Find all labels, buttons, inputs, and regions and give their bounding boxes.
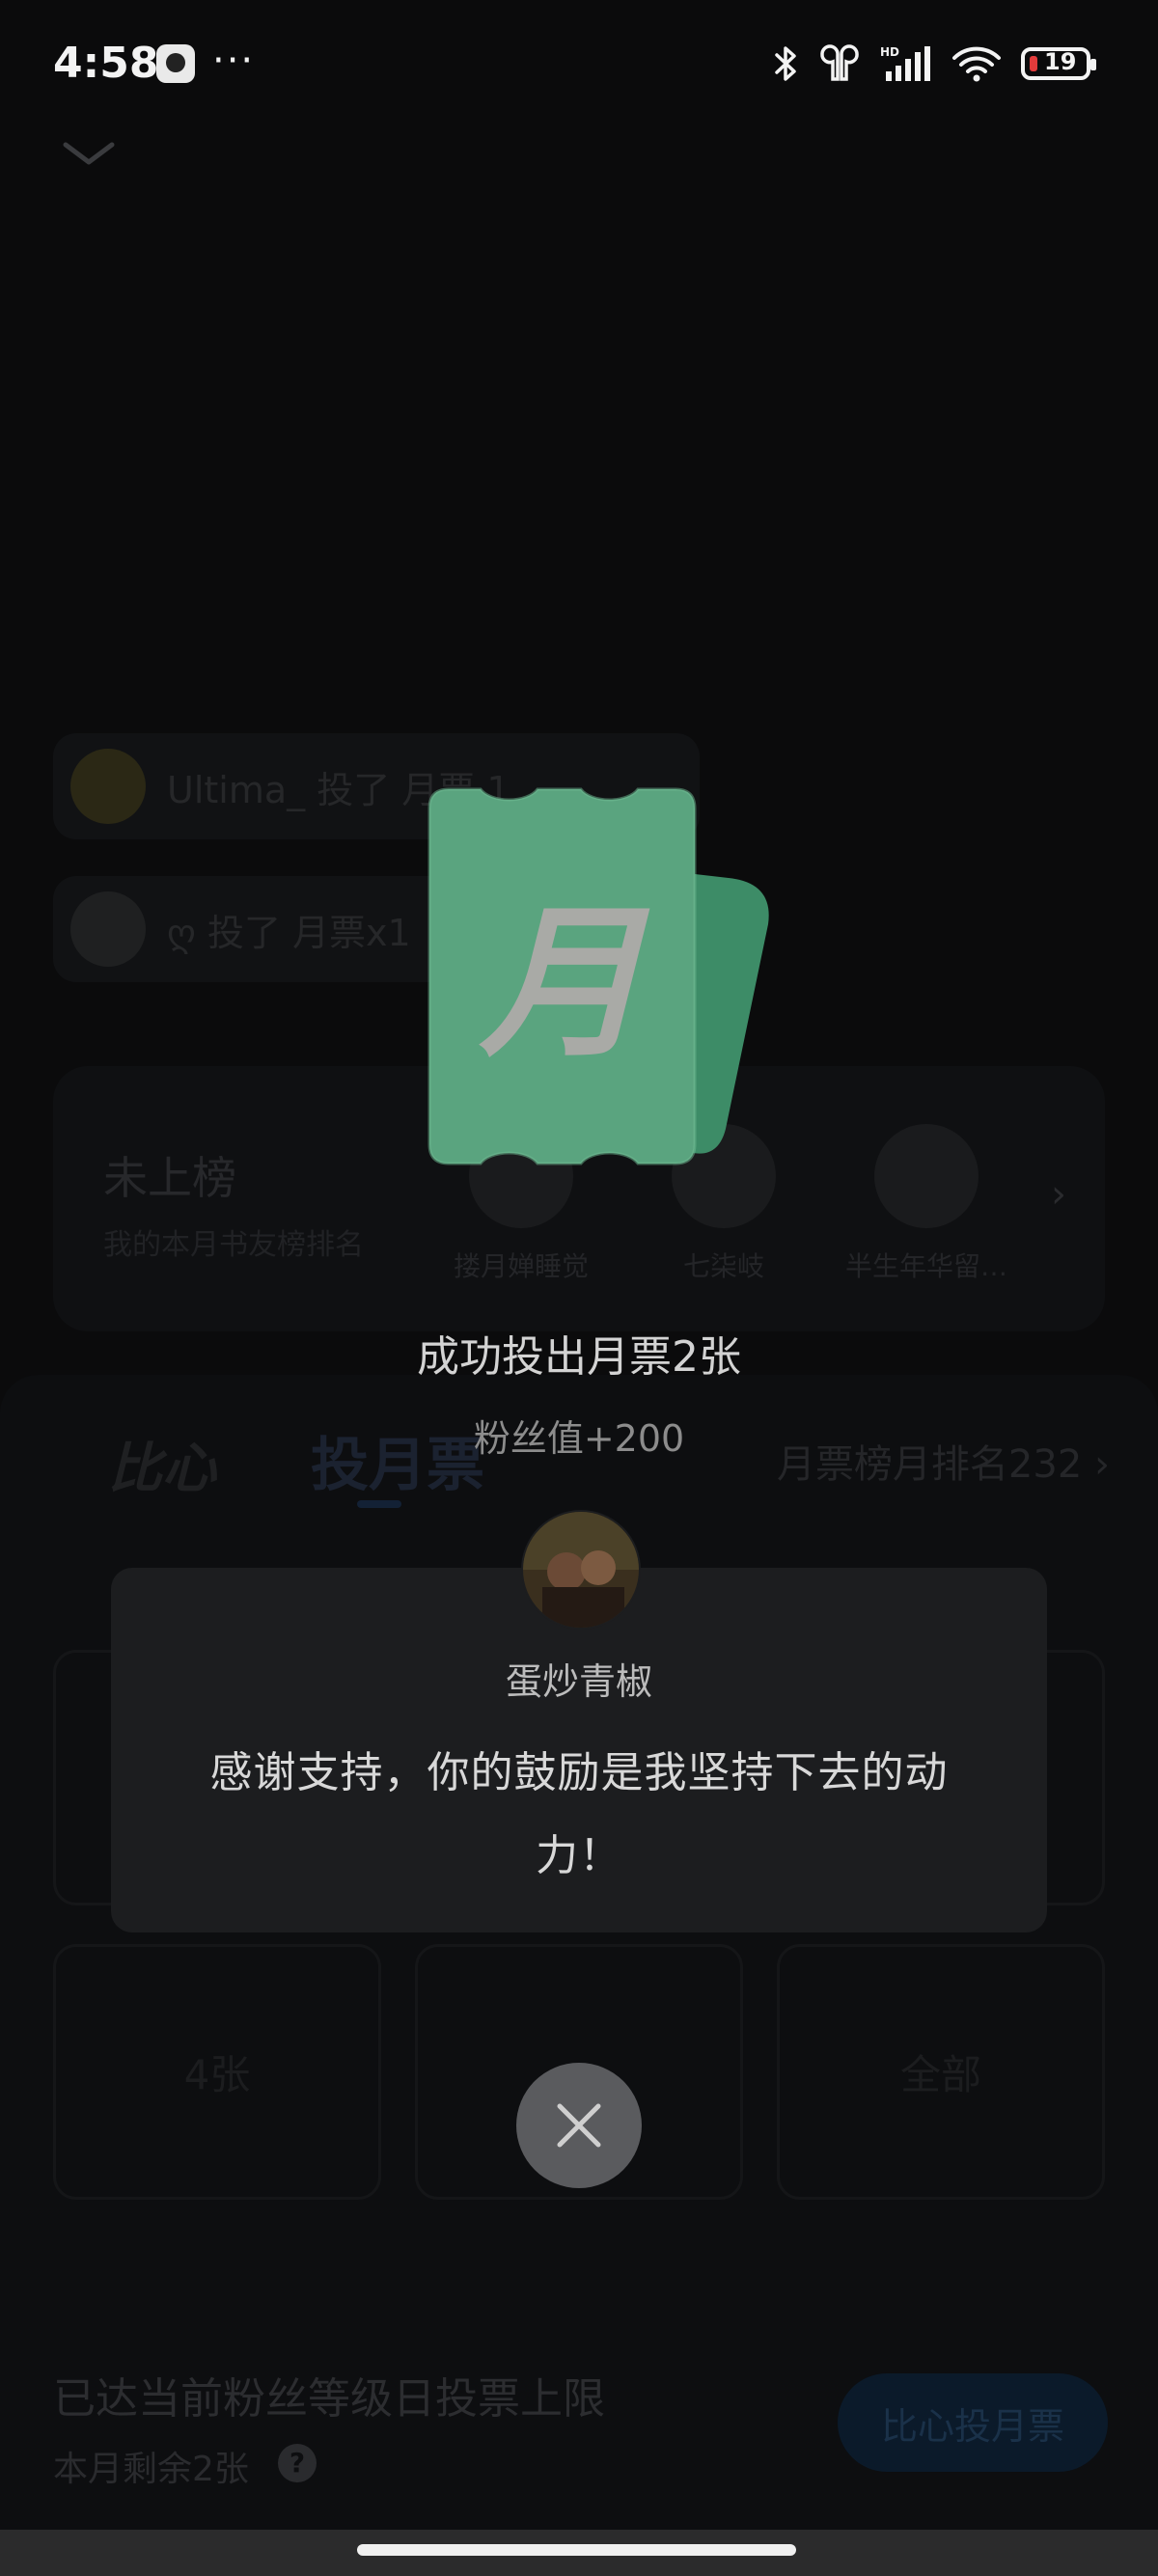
success-title: 成功投出月票2张 (417, 1332, 741, 1382)
vote-option[interactable]: 全部 (777, 1944, 1105, 2200)
author-avatar (521, 1510, 641, 1630)
rank-subtitle: 我的本月书友榜排名 (103, 1228, 364, 1262)
tab-indicator (357, 1500, 401, 1508)
svg-text:HD: HD (880, 45, 899, 59)
screen: 4:58 ··· HD 19 Ultima_ 投了 月票 1 ღ 投了 月票x1… (0, 0, 1158, 2576)
remaining-tickets: 本月剩余2张 (53, 2450, 249, 2489)
chevron-down-icon[interactable] (60, 135, 118, 174)
fan-name: 七柒岐 (682, 1250, 764, 1282)
bixin-vote-button[interactable]: 比心投月票 (838, 2373, 1108, 2472)
wifi-icon (951, 44, 1002, 83)
bluetooth-icon (774, 44, 799, 83)
ticket-glyph: 月 (479, 889, 650, 1080)
author-name: 蛋炒青椒 (505, 1660, 652, 1703)
hd-signal-icon: HD (880, 44, 932, 83)
status-bar: 4:58 ··· HD 19 (0, 0, 1158, 125)
rank-status: 未上榜 (103, 1152, 236, 1204)
status-time: 4:58 (53, 39, 159, 88)
daily-limit-text: 已达当前粉丝等级日投票上限 (53, 2374, 605, 2424)
chevron-right-icon[interactable]: › (1051, 1172, 1066, 1217)
home-indicator[interactable] (357, 2544, 796, 2556)
avatar (874, 1124, 979, 1228)
vote-option[interactable]: 4张 (53, 1944, 381, 2200)
earbuds-icon (818, 44, 861, 83)
app-notification-icon (156, 44, 195, 83)
thank-you-message: 感谢支持，你的鼓励是我坚持下去的动力！ (209, 1748, 949, 1880)
avatar (70, 891, 146, 967)
fan-value-gain: 粉丝值+200 (473, 1417, 685, 1460)
battery-level: 19 (1044, 48, 1077, 75)
top-fan[interactable]: 半生年华留… (844, 1124, 1008, 1284)
close-button[interactable] (516, 2063, 642, 2188)
battery-icon: 19 (1021, 47, 1096, 80)
more-notifications-icon: ··· (212, 39, 256, 83)
help-icon[interactable]: ? (278, 2444, 317, 2482)
status-icons: HD 19 (774, 44, 1096, 83)
feed-text: ღ 投了 月票x1 (167, 911, 411, 954)
avatar (70, 749, 146, 824)
fan-name: 半生年华留… (844, 1250, 1007, 1282)
close-icon (557, 2103, 601, 2148)
fan-name: 搂月婵睡觉 (453, 1250, 589, 1282)
monthly-ticket-icon: 月 (427, 787, 769, 1165)
